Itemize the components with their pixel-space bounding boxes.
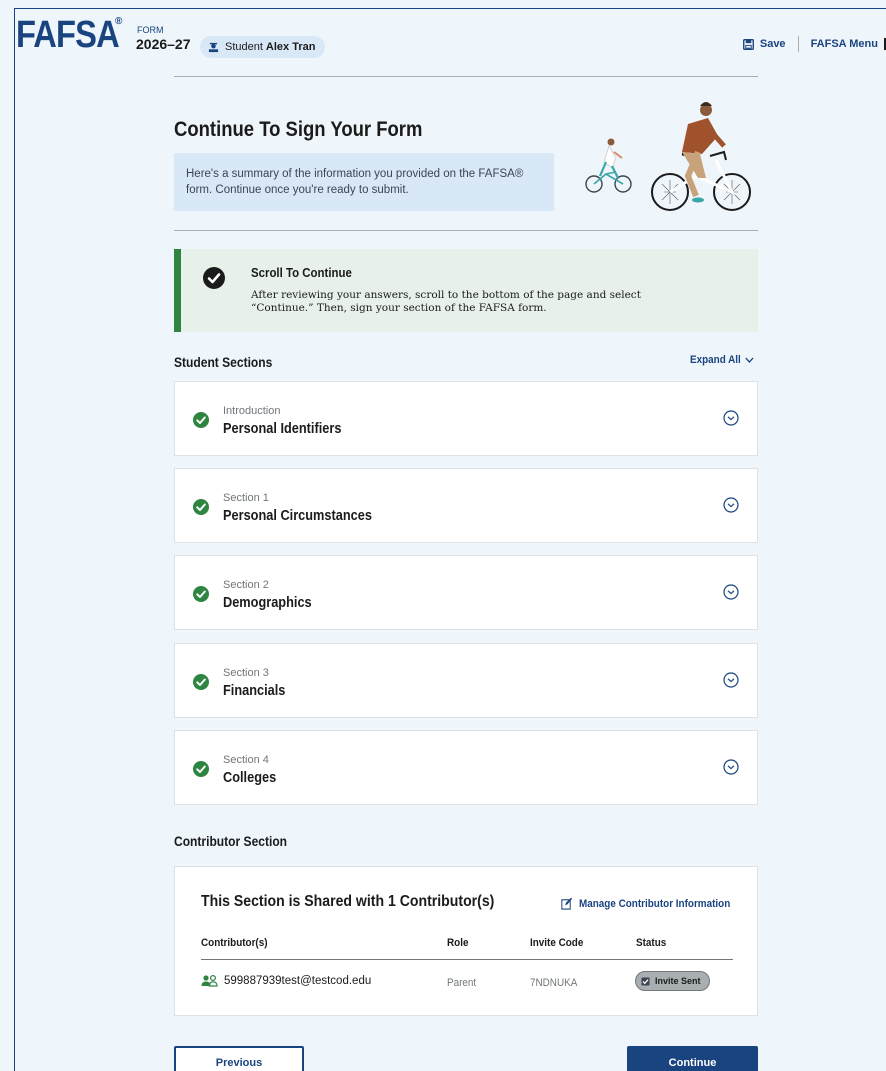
complete-check-icon bbox=[193, 499, 209, 515]
accordion-subtitle: Introduction bbox=[223, 405, 281, 417]
contributor-email-text: 599887939test@testcod.edu bbox=[224, 975, 372, 987]
page-title: Continue To Sign Your Form bbox=[174, 118, 423, 141]
accordion-subtitle: Section 4 bbox=[223, 754, 269, 766]
contributor-card: This Section is Shared with 1 Contributo… bbox=[174, 866, 758, 1016]
header-divider-line bbox=[174, 76, 758, 77]
accordion-title: Colleges bbox=[223, 770, 277, 786]
save-label: Save bbox=[759, 38, 786, 50]
complete-check-icon bbox=[193, 412, 209, 428]
student-name: Alex Tran bbox=[265, 41, 316, 53]
scroll-to-continue-alert: Scroll To Continue After reviewing your … bbox=[174, 249, 758, 332]
expand-chevron-icon[interactable] bbox=[723, 584, 739, 600]
save-icon bbox=[742, 38, 754, 50]
accordion-subtitle: Section 2 bbox=[223, 579, 269, 591]
alert-text-line-1: After reviewing your answers, scroll to … bbox=[251, 289, 641, 301]
column-header-status: Status bbox=[636, 937, 667, 949]
chevron-down-icon bbox=[745, 357, 754, 363]
manage-contributor-label: Manage Contributor Information bbox=[579, 897, 731, 910]
student-prefix: Student bbox=[225, 41, 263, 53]
student-badge: Student Alex Tran bbox=[200, 36, 326, 58]
alert-title: Scroll To Continue bbox=[251, 265, 352, 280]
fafsa-menu-button[interactable]: FAFSA Menu bbox=[811, 38, 886, 50]
fafsa-logo[interactable]: FAFSA bbox=[16, 14, 120, 57]
header-actions: Save FAFSA Menu bbox=[742, 36, 886, 52]
contributor-section-heading: Contributor Section bbox=[174, 833, 288, 849]
summary-line-2: form. Continue once you're ready to subm… bbox=[186, 184, 409, 196]
manage-contributor-link[interactable]: Manage Contributor Information bbox=[561, 897, 730, 910]
form-label: FORM bbox=[137, 25, 164, 35]
save-button[interactable]: Save bbox=[742, 38, 786, 50]
check-circle-icon bbox=[203, 267, 225, 289]
contributors-icon bbox=[201, 975, 218, 987]
expand-chevron-icon[interactable] bbox=[723, 759, 739, 775]
accordion-subtitle: Section 1 bbox=[223, 492, 269, 504]
form-year: 2026–27 bbox=[136, 36, 191, 52]
accordion-subtitle: Section 3 bbox=[223, 667, 269, 679]
complete-check-icon bbox=[193, 761, 209, 777]
accordion-financials[interactable]: Section 3 Financials bbox=[174, 643, 758, 718]
site-header: FAFSA ® FORM 2026–27 Student Alex Tran S… bbox=[16, 12, 886, 58]
accordion-colleges[interactable]: Section 4 Colleges bbox=[174, 730, 758, 805]
checkbox-checked-icon bbox=[641, 976, 650, 986]
accordion-title: Financials bbox=[223, 683, 286, 699]
contributor-role: Parent bbox=[447, 977, 477, 989]
cyclists-illustration bbox=[585, 102, 751, 211]
alert-text: After reviewing your answers, scroll to … bbox=[251, 289, 731, 315]
column-header-invite-code: Invite Code bbox=[530, 937, 584, 949]
student-sections-heading: Student Sections bbox=[174, 354, 273, 370]
column-header-contributors: Contributor(s) bbox=[201, 937, 268, 949]
expand-all-button[interactable]: Expand All bbox=[690, 354, 754, 366]
contributor-invite-code: 7NDNUKA bbox=[530, 977, 578, 989]
table-header-divider bbox=[201, 959, 733, 960]
large-cyclist-figure bbox=[651, 102, 751, 211]
contributor-card-title: This Section is Shared with 1 Contributo… bbox=[201, 893, 495, 910]
continue-button[interactable]: Continue bbox=[627, 1046, 758, 1071]
accordion-demographics[interactable]: Section 2 Demographics bbox=[174, 555, 758, 630]
previous-button[interactable]: Previous bbox=[174, 1046, 304, 1071]
alert-text-line-2: “Continue.” Then, sign your section of t… bbox=[251, 302, 547, 314]
contributor-email: 599887939test@testcod.edu bbox=[201, 975, 371, 987]
accordion-personal-circumstances[interactable]: Section 1 Personal Circumstances bbox=[174, 468, 758, 543]
column-header-role: Role bbox=[447, 937, 469, 949]
accordion-personal-identifiers[interactable]: Introduction Personal Identifiers bbox=[174, 381, 758, 456]
complete-check-icon bbox=[193, 586, 209, 602]
complete-check-icon bbox=[193, 674, 209, 690]
accordion-title: Personal Identifiers bbox=[223, 421, 342, 437]
accordion-title: Demographics bbox=[223, 595, 312, 611]
expand-all-label: Expand All bbox=[690, 354, 741, 366]
summary-info-box: Here's a summary of the information you … bbox=[174, 153, 554, 211]
student-icon bbox=[208, 42, 219, 52]
small-cyclist-figure bbox=[585, 138, 632, 193]
expand-chevron-icon[interactable] bbox=[723, 672, 739, 688]
hero-divider-line bbox=[174, 230, 758, 231]
status-badge-label: Invite Sent bbox=[655, 976, 701, 986]
summary-line-1: Here's a summary of the information you … bbox=[186, 168, 524, 180]
status-badge: Invite Sent bbox=[635, 971, 710, 991]
edit-icon bbox=[561, 897, 573, 910]
expand-chevron-icon[interactable] bbox=[723, 497, 739, 513]
registered-mark: ® bbox=[115, 16, 123, 27]
expand-chevron-icon[interactable] bbox=[723, 410, 739, 426]
header-divider bbox=[797, 36, 799, 52]
accordion-title: Personal Circumstances bbox=[223, 508, 372, 524]
